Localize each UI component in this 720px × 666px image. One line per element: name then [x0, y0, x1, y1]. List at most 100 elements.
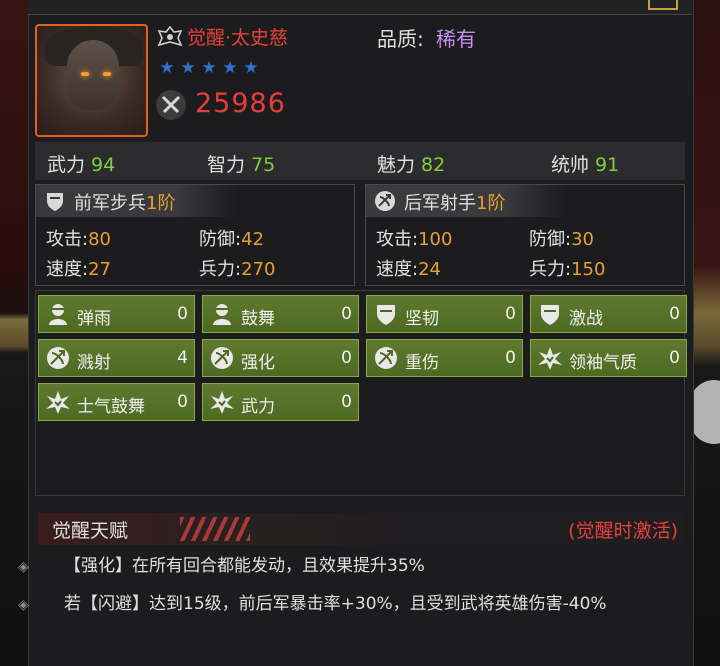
portrait-eye [103, 72, 111, 76]
skill-item[interactable]: 重伤 0 [366, 339, 523, 377]
stat-value: 270 [241, 259, 276, 280]
archer-icon [373, 345, 399, 371]
archer-icon [375, 191, 395, 211]
skill-name: 坚韧 [405, 309, 439, 329]
troop-stat: 防御:30 [529, 225, 594, 251]
stat-value: 80 [88, 229, 111, 250]
skill-name: 重伤 [405, 353, 439, 373]
portrait-eye [81, 72, 89, 76]
rank-badge-icon [157, 26, 183, 47]
diamond-bullet-icon: ◈ [18, 559, 29, 575]
troop-stat: 攻击:80 [46, 225, 111, 251]
side-menu-button[interactable] [690, 380, 720, 444]
star-icon: ★ [222, 58, 238, 78]
troop-title: 后军射手1阶 [404, 189, 505, 215]
attr-force: 武力 94 [47, 150, 115, 177]
star-icon: ★ [201, 58, 217, 78]
shield-icon [47, 193, 63, 211]
burst-star-icon [537, 345, 563, 371]
star-icon: ★ [180, 58, 196, 78]
skill-name: 武力 [241, 397, 275, 417]
close-icon[interactable] [648, 0, 678, 10]
soldier-icon [209, 301, 235, 327]
troop-front-infantry[interactable]: 前军步兵1阶 攻击:80 防御:42 速度:27 兵力:270 [35, 184, 355, 286]
attr-label: 魅力 [377, 154, 416, 176]
skill-name: 士气鼓舞 [77, 397, 145, 417]
star-icon: ★ [159, 58, 175, 78]
talent-line: ◈ 【强化】在所有回合都能发动，且效果提升35% [18, 552, 686, 581]
stat-label: 速度: [376, 259, 419, 280]
shield-icon [373, 301, 399, 327]
stat-value: 27 [88, 259, 111, 280]
troop-level: 1阶 [476, 193, 506, 214]
skill-name: 激战 [569, 309, 603, 329]
hero-portrait[interactable] [35, 24, 148, 137]
attr-value: 91 [595, 154, 620, 176]
skill-count: 0 [669, 304, 680, 324]
panel-top-edge [28, 0, 692, 15]
skill-item[interactable]: 坚韧 0 [366, 295, 523, 333]
attr-label: 智力 [207, 154, 246, 176]
stat-label: 兵力: [199, 259, 242, 280]
talent-activation-note: (觉醒时激活) [568, 520, 678, 542]
attr-label: 统帅 [551, 154, 590, 176]
skill-item[interactable]: 溅射 4 [38, 339, 195, 377]
quality-value: 稀有 [436, 27, 476, 51]
stat-label: 速度: [46, 259, 89, 280]
stat-label: 攻击: [46, 229, 89, 250]
skill-count: 0 [341, 304, 352, 324]
troop-header: 前军步兵1阶 [36, 185, 236, 217]
troop-rear-archer[interactable]: 后军射手1阶 攻击:100 防御:30 速度:24 兵力:150 [365, 184, 685, 286]
skill-count: 0 [341, 392, 352, 412]
diamond-bullet-icon: ◈ [18, 597, 29, 613]
troop-name: 前军步兵 [74, 193, 146, 214]
header-stripes [180, 517, 250, 541]
skill-item[interactable]: 领袖气质 0 [530, 339, 687, 377]
talent-header: 觉醒天赋 (觉醒时激活) [38, 513, 684, 545]
skill-count: 0 [505, 304, 516, 324]
stat-value: 30 [571, 229, 594, 250]
attr-command: 统帅 91 [551, 150, 619, 177]
skill-item[interactable]: 武力 0 [202, 383, 359, 421]
talent-text: 若【闪避】达到15级，前后军暴击率+30%，且受到武将英雄伤害-40% [64, 594, 607, 614]
stat-label: 防御: [199, 229, 242, 250]
troop-title: 前军步兵1阶 [74, 189, 175, 215]
troop-stat: 速度:27 [46, 255, 111, 281]
troop-stat: 速度:24 [376, 255, 441, 281]
skill-name: 弹雨 [77, 309, 111, 329]
crossed-swords-icon [156, 90, 186, 120]
skill-count: 0 [341, 348, 352, 368]
stat-label: 兵力: [529, 259, 572, 280]
attribute-bar: 武力 94 智力 75 魅力 82 统帅 91 [35, 142, 685, 180]
skill-item[interactable]: 鼓舞 0 [202, 295, 359, 333]
skill-item[interactable]: 强化 0 [202, 339, 359, 377]
portrait-face [67, 40, 119, 110]
troop-level: 1阶 [146, 193, 176, 214]
troop-header: 后军射手1阶 [366, 185, 566, 217]
attr-value: 82 [421, 154, 446, 176]
stat-label: 攻击: [376, 229, 419, 250]
attr-charm: 魅力 82 [377, 150, 445, 177]
skill-item[interactable]: 激战 0 [530, 295, 687, 333]
archer-icon [45, 345, 71, 371]
skill-item[interactable]: 弹雨 0 [38, 295, 195, 333]
star-rating: ★ ★ ★ ★ ★ [158, 59, 260, 77]
burst-star-icon [45, 389, 71, 415]
skill-count: 4 [177, 348, 188, 368]
star-icon: ★ [243, 58, 259, 78]
soldier-icon [45, 301, 71, 327]
attr-label: 武力 [47, 154, 86, 176]
troop-stat: 兵力:270 [199, 255, 275, 281]
troop-stat: 兵力:150 [529, 255, 605, 281]
stat-value: 24 [418, 259, 441, 280]
troop-stat: 攻击:100 [376, 225, 452, 251]
skill-name: 鼓舞 [241, 309, 275, 329]
stat-value: 100 [418, 229, 453, 250]
talent-title: 觉醒天赋 [52, 520, 129, 542]
skill-count: 0 [177, 304, 188, 324]
skill-name: 领袖气质 [569, 353, 637, 373]
skill-count: 0 [177, 392, 188, 412]
quality-label: 品质: [377, 27, 424, 51]
skill-item[interactable]: 士气鼓舞 0 [38, 383, 195, 421]
attr-value: 75 [251, 154, 276, 176]
